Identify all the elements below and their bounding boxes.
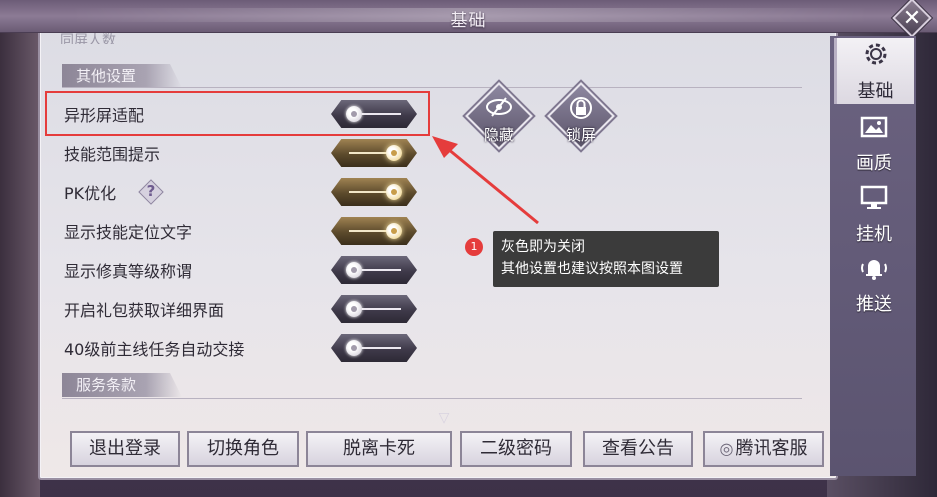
monitor-icon: [859, 184, 889, 218]
question-mark-icon: ?: [146, 182, 156, 200]
window-title: 基础: [450, 11, 487, 31]
setting-row-auto-quest: 40级前主线任务自动交接: [48, 330, 428, 366]
gear-icon: [861, 39, 891, 75]
lock-screen-button-label: 锁屏: [565, 126, 596, 144]
tab-label: 画质: [856, 153, 892, 174]
setting-row-skill-range: 技能范围提示: [48, 135, 428, 171]
setting-label: 40级前主线任务自动交接: [64, 340, 245, 359]
background-left: [0, 0, 40, 497]
toggle-knob: [346, 301, 362, 317]
toggle-knob: [386, 223, 402, 239]
help-icon[interactable]: ?: [138, 179, 164, 205]
annotation-arrow: [432, 136, 539, 225]
annotation-line-2: 其他设置也建议按照本图设置: [501, 261, 683, 277]
setting-row-skill-position-text: 显示技能定位文字: [48, 213, 428, 249]
eye-slash-icon: [463, 96, 535, 124]
section-divider: [62, 87, 802, 88]
setting-label: 显示技能定位文字: [64, 223, 193, 242]
toggle-pk-optimize[interactable]: [331, 178, 417, 206]
tab-idle[interactable]: 挂机: [834, 182, 914, 248]
lock-screen-button[interactable]: 锁屏: [545, 80, 617, 152]
close-button[interactable]: ✕: [890, 0, 934, 38]
annotation-tooltip: 灰色即为关闭 其他设置也建议按照本图设置: [493, 231, 719, 287]
tab-label: 挂机: [856, 224, 892, 245]
setting-label: PK优化: [64, 184, 117, 203]
customer-service-label: 腾讯客服: [735, 438, 808, 459]
section-divider: [62, 398, 802, 399]
toggle-skill-range[interactable]: [331, 139, 417, 167]
bell-icon: [859, 254, 889, 288]
toggle-knob: [346, 262, 362, 278]
tab-graphics[interactable]: 画质: [834, 112, 914, 178]
customer-service-button[interactable]: ◎ 腾讯客服: [703, 431, 824, 467]
close-icon: ✕: [902, 5, 922, 31]
logout-button[interactable]: 退出登录: [70, 431, 180, 467]
tab-basic[interactable]: 基础: [834, 38, 914, 104]
chevron-down-icon: ▽: [438, 410, 450, 426]
toggle-gift-detail[interactable]: [331, 295, 417, 323]
announcement-button[interactable]: 查看公告: [583, 431, 693, 467]
tab-label: 推送: [856, 294, 892, 315]
setting-row-cultivation-title: 显示修真等级称谓: [48, 252, 428, 288]
tab-push[interactable]: 推送: [834, 252, 914, 318]
title-bar: 基础: [0, 0, 937, 33]
lock-icon: [545, 96, 617, 126]
image-icon: [859, 115, 889, 147]
toggle-skill-position-text[interactable]: [331, 217, 417, 245]
toggle-knob: [386, 184, 402, 200]
customer-service-icon: ◎: [719, 439, 734, 458]
switch-role-button[interactable]: 切换角色: [187, 431, 299, 467]
setting-label: 技能范围提示: [64, 145, 161, 164]
scroll-hint-text: 同屏人数: [60, 33, 116, 44]
annotation-number-badge: 1: [465, 238, 483, 256]
section-header-service-terms: 服务条款: [62, 373, 182, 397]
toggle-cultivation-title[interactable]: [331, 256, 417, 284]
setting-row-gift-detail: 开启礼包获取详细界面: [48, 291, 428, 327]
tab-label: 基础: [857, 81, 894, 102]
setting-label: 显示修真等级称谓: [64, 262, 193, 281]
section-header-other-settings: 其他设置: [62, 64, 182, 88]
annotation-line-1: 灰色即为关闭: [501, 239, 585, 255]
setting-row-pk-optimize: PK优化 ?: [48, 174, 428, 210]
secondary-password-button[interactable]: 二级密码: [460, 431, 572, 467]
unstuck-button[interactable]: 脱离卡死: [306, 431, 452, 467]
setting-label: 开启礼包获取详细界面: [64, 301, 225, 320]
toggle-knob: [386, 145, 402, 161]
toggle-auto-quest[interactable]: [331, 334, 417, 362]
annotation-highlight-box: [45, 91, 430, 136]
toggle-knob: [346, 340, 362, 356]
